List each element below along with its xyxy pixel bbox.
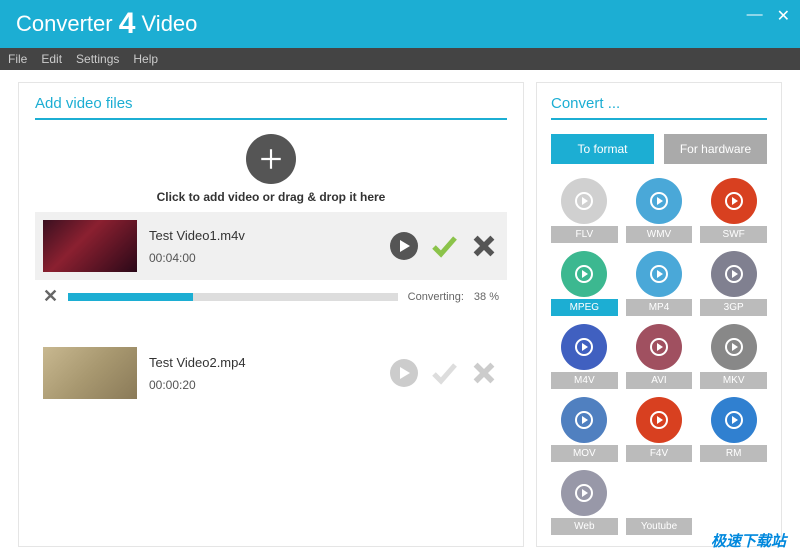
- check-icon: [429, 231, 459, 261]
- menu-settings[interactable]: Settings: [76, 52, 119, 66]
- format-label: Web: [551, 518, 618, 535]
- logo-post: Video: [142, 11, 198, 36]
- convert-tabs: To format For hardware: [551, 134, 767, 164]
- add-video-button[interactable]: [246, 134, 296, 184]
- format-label: MP4: [626, 299, 693, 316]
- menu-help[interactable]: Help: [133, 52, 158, 66]
- tab-to-format[interactable]: To format: [551, 134, 654, 164]
- format-icon: [636, 178, 682, 224]
- video-item[interactable]: Test Video1.m4v 00:04:00: [35, 212, 507, 280]
- format-m4v[interactable]: M4V: [551, 324, 618, 389]
- tab-for-hardware[interactable]: For hardware: [664, 134, 767, 164]
- video-name: Test Video2.mp4: [149, 355, 377, 370]
- video-meta: Test Video2.mp4 00:00:20: [149, 355, 377, 392]
- left-panel: Add video files Click to add video or dr…: [18, 82, 524, 547]
- format-youtube[interactable]: Youtube: [626, 470, 693, 535]
- format-label: MPEG: [551, 299, 618, 316]
- format-label: FLV: [551, 226, 618, 243]
- format-3gp[interactable]: 3GP: [700, 251, 767, 316]
- play-button[interactable]: [389, 358, 419, 388]
- format-icon: [636, 324, 682, 370]
- check-icon: [429, 358, 459, 388]
- add-hint: Click to add video or drag & drop it her…: [35, 190, 507, 204]
- video-meta: Test Video1.m4v 00:04:00: [149, 228, 377, 265]
- menu-edit[interactable]: Edit: [41, 52, 62, 66]
- video-duration: 00:04:00: [149, 251, 377, 265]
- format-label: WMV: [626, 226, 693, 243]
- format-swf[interactable]: SWF: [700, 178, 767, 243]
- video-actions: [389, 358, 499, 388]
- close-button[interactable]: ✕: [777, 6, 790, 26]
- format-wmv[interactable]: WMV: [626, 178, 693, 243]
- format-rm[interactable]: RM: [700, 397, 767, 462]
- add-area: Click to add video or drag & drop it her…: [35, 134, 507, 204]
- format-label: 3GP: [700, 299, 767, 316]
- format-icon: [561, 324, 607, 370]
- format-f4v[interactable]: F4V: [626, 397, 693, 462]
- remove-button[interactable]: [469, 231, 499, 261]
- video-thumbnail: [43, 220, 137, 272]
- format-label: MOV: [551, 445, 618, 462]
- progress-bar: [68, 293, 398, 301]
- format-web[interactable]: Web: [551, 470, 618, 535]
- plus-icon: [258, 146, 284, 172]
- format-icon: [636, 470, 682, 516]
- format-label: SWF: [700, 226, 767, 243]
- progress-label: Converting:: [408, 291, 464, 303]
- video-name: Test Video1.m4v: [149, 228, 377, 243]
- format-icon: [711, 324, 757, 370]
- remove-button[interactable]: [469, 358, 499, 388]
- close-icon: [470, 359, 498, 387]
- format-icon: [636, 397, 682, 443]
- format-label: MKV: [700, 372, 767, 389]
- add-files-title: Add video files: [35, 95, 507, 120]
- format-mov[interactable]: MOV: [551, 397, 618, 462]
- format-icon: [711, 397, 757, 443]
- video-item[interactable]: Test Video2.mp4 00:00:20: [35, 339, 507, 407]
- format-icon: [636, 251, 682, 297]
- format-mp4[interactable]: MP4: [626, 251, 693, 316]
- format-icon: [561, 470, 607, 516]
- confirm-button[interactable]: [429, 358, 459, 388]
- logo-num: 4: [119, 7, 136, 40]
- menubar: File Edit Settings Help: [0, 48, 800, 70]
- play-icon: [389, 231, 419, 261]
- format-icon: [561, 397, 607, 443]
- logo-pre: Converter: [16, 11, 113, 36]
- format-icon: [711, 251, 757, 297]
- format-icon: [711, 178, 757, 224]
- close-icon: [470, 232, 498, 260]
- app-logo: Converter 4 Video: [16, 7, 197, 41]
- window-controls: — ✕: [747, 6, 790, 26]
- format-label: RM: [700, 445, 767, 462]
- format-label: AVI: [626, 372, 693, 389]
- titlebar: Converter 4 Video — ✕: [0, 0, 800, 48]
- format-flv[interactable]: FLV: [551, 178, 618, 243]
- confirm-button[interactable]: [429, 231, 459, 261]
- video-duration: 00:00:20: [149, 378, 377, 392]
- progress-percent: 38 %: [474, 291, 499, 303]
- format-icon: [561, 251, 607, 297]
- format-mkv[interactable]: MKV: [700, 324, 767, 389]
- convert-title: Convert ...: [551, 95, 767, 120]
- content: Add video files Click to add video or dr…: [0, 70, 800, 559]
- format-label: F4V: [626, 445, 693, 462]
- progress-fill: [68, 293, 193, 301]
- format-label: Youtube: [626, 518, 693, 535]
- play-button[interactable]: [389, 231, 419, 261]
- format-icon: [561, 178, 607, 224]
- progress-row: ✕ Converting: 38 %: [35, 280, 507, 323]
- format-grid: FLV WMV SWF MPEG MP4 3GP M4V AVI MKV MOV F4V RM Web Y…: [551, 178, 767, 535]
- format-label: M4V: [551, 372, 618, 389]
- video-actions: [389, 231, 499, 261]
- minimize-button[interactable]: —: [747, 6, 763, 26]
- format-mpeg[interactable]: MPEG: [551, 251, 618, 316]
- format-avi[interactable]: AVI: [626, 324, 693, 389]
- right-panel: Convert ... To format For hardware FLV WM…: [536, 82, 782, 547]
- menu-file[interactable]: File: [8, 52, 27, 66]
- cancel-progress-button[interactable]: ✕: [43, 286, 58, 307]
- video-thumbnail: [43, 347, 137, 399]
- play-icon: [389, 358, 419, 388]
